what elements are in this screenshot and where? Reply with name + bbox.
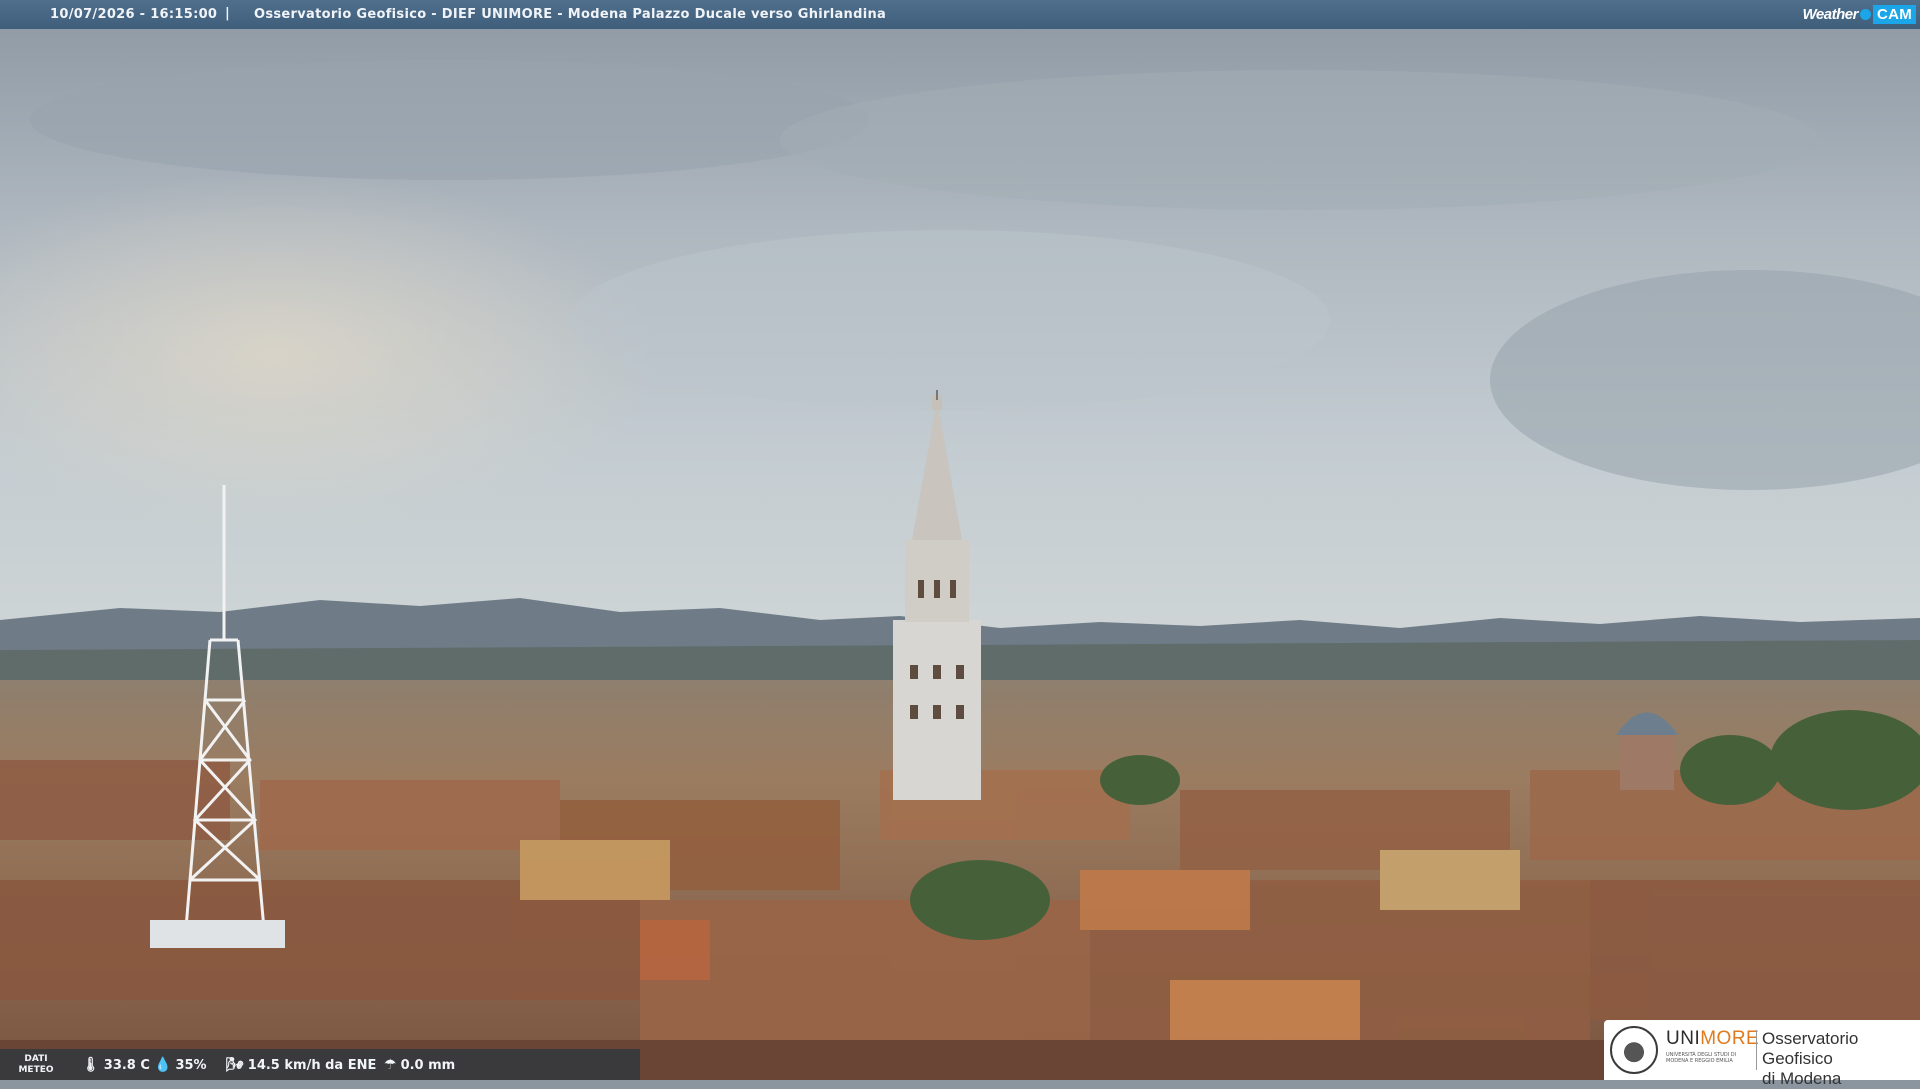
cloud	[780, 70, 1820, 210]
badge-divider	[1756, 1030, 1757, 1070]
separator: |	[225, 6, 231, 21]
camera-info-bar: 10/07/2026 - 16:15:00 | Osservatorio Geo…	[0, 0, 1920, 29]
logo-weather-text: Weather	[1802, 5, 1859, 23]
wind-reading: 🌬 14.5 km/h da ENE	[226, 1057, 376, 1073]
temperature-value: 33.8 C	[103, 1057, 150, 1073]
cloud	[30, 60, 870, 180]
rain-reading: ☂ 0.0 mm	[384, 1057, 455, 1073]
humidity-drop-icon: 💧	[154, 1057, 172, 1073]
weathercam-logo: Weather CAM	[1803, 2, 1916, 26]
rain-value: 0.0 mm	[400, 1057, 456, 1073]
antenna-cabinet	[150, 920, 285, 948]
logo-dot-icon	[1859, 8, 1871, 20]
logo-cam-text: CAM	[1872, 4, 1916, 24]
camera-title: Osservatorio Geofisico - DIEF UNIMORE - …	[254, 7, 887, 22]
weather-data-label: DATI METEO	[18, 1054, 54, 1075]
webcam-photo	[0, 0, 1920, 1080]
cloud	[570, 230, 1330, 410]
unimore-badge: UNIMORE UNIVERSITÀ DEGLI STUDI DI MODENA…	[1604, 1020, 1920, 1088]
weather-data-strip: DATI METEO 🌡 33.8 C 💧 35% 🌬 14.5 km/h da…	[0, 1049, 640, 1080]
unimore-subtitle: UNIVERSITÀ DEGLI STUDI DI MODENA E REGGI…	[1666, 1052, 1737, 1064]
dome-drum	[1620, 730, 1674, 790]
humidity-reading: 💧 35%	[154, 1057, 207, 1073]
humidity-value: 35%	[175, 1057, 207, 1073]
thermometer-icon: 🌡	[82, 1057, 100, 1073]
observatory-name: Osservatorio Geofisico di Modena	[1762, 1029, 1859, 1088]
wind-value: 14.5 km/h da ENE	[247, 1057, 377, 1073]
temperature-reading: 🌡 33.8 C	[82, 1057, 150, 1073]
wind-icon: 🌬	[226, 1057, 244, 1073]
timestamp: 10/07/2026 - 16:15:00	[50, 7, 218, 22]
unimore-seal-icon	[1610, 1026, 1658, 1074]
unimore-wordmark: UNIMORE	[1666, 1028, 1760, 1049]
rain-icon: ☂	[384, 1057, 397, 1073]
